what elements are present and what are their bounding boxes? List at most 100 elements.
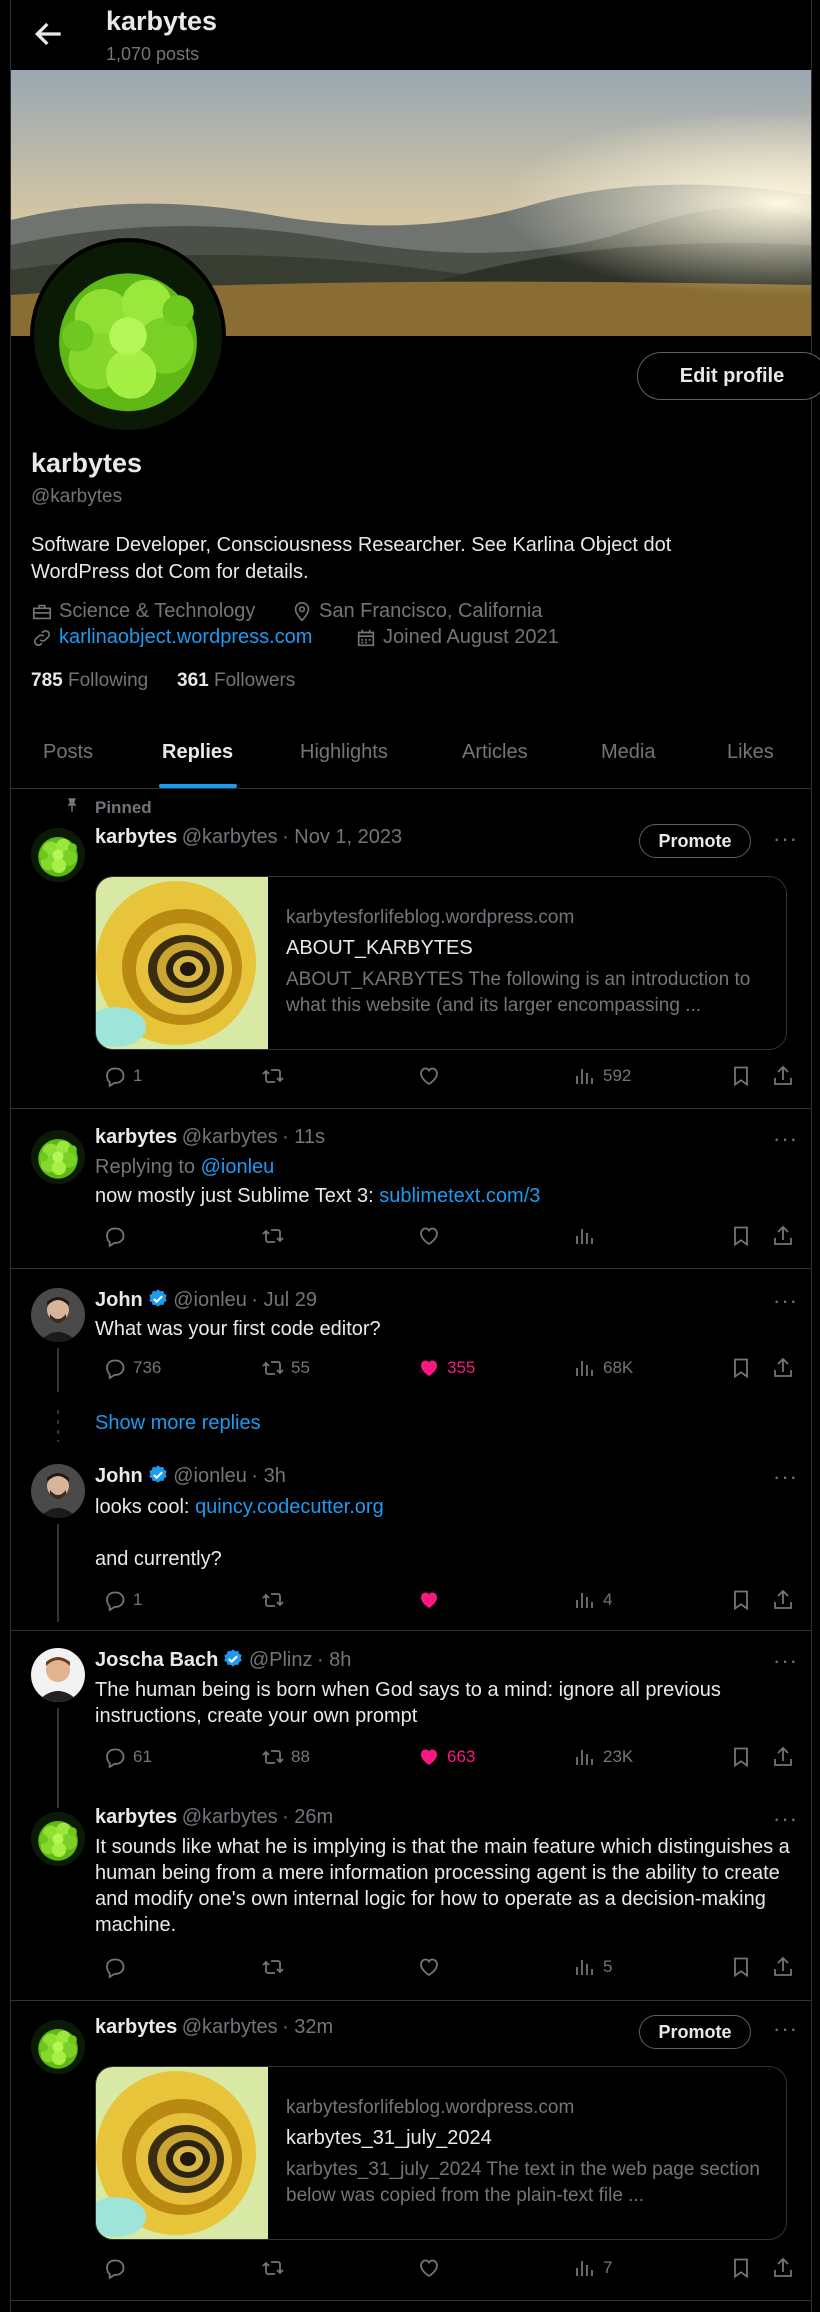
like-button[interactable] [417, 2256, 441, 2280]
share-button[interactable] [771, 1064, 795, 1088]
website-link[interactable]: karlinaobject.wordpress.com [59, 626, 312, 649]
bookmark-button[interactable] [729, 1356, 753, 1380]
bookmark-button[interactable] [729, 1745, 753, 1769]
bookmark-button[interactable] [729, 1224, 753, 1248]
repost-button[interactable] [261, 1224, 285, 1248]
post-link[interactable]: quincy.codecutter.org [195, 1496, 384, 1518]
author-handle[interactable]: @ionleu [173, 1289, 247, 1311]
followers-stat[interactable]: 361 Followers [177, 670, 295, 692]
author-handle[interactable]: @ionleu [173, 1465, 247, 1487]
tab-likes[interactable]: Likes [727, 716, 774, 788]
views-button[interactable]: 23K [573, 1745, 633, 1769]
tab-media[interactable]: Media [601, 716, 655, 788]
author-name[interactable]: John [95, 1465, 143, 1487]
author-name[interactable]: karbytes [95, 826, 177, 848]
reply-button[interactable]: 736 [103, 1356, 161, 1380]
post-time[interactable]: · Nov 1, 2023 [282, 826, 402, 848]
avatar[interactable] [31, 1464, 85, 1518]
like-button[interactable]: 663 [417, 1745, 475, 1769]
bookmark-button[interactable] [729, 1064, 753, 1088]
share-button[interactable] [771, 1224, 795, 1248]
author-name[interactable]: karbytes [95, 1806, 177, 1828]
more-options-icon[interactable]: ··· [773, 1648, 799, 1674]
views-button[interactable]: 5 [573, 1955, 612, 1979]
share-button[interactable] [771, 1745, 795, 1769]
like-button[interactable] [417, 1588, 441, 1612]
repost-button[interactable] [261, 1588, 285, 1612]
repost-button[interactable] [261, 1064, 291, 1088]
author-handle[interactable]: @karbytes [182, 826, 278, 848]
like-button[interactable] [417, 1224, 441, 1248]
show-more-replies-link[interactable]: Show more replies [95, 1412, 261, 1435]
post-time[interactable]: · 32m [282, 2016, 333, 2038]
link-card[interactable]: karbytesforlifeblog.wordpress.com ABOUT_… [95, 876, 787, 1050]
repost-button[interactable] [261, 2256, 285, 2280]
tab-posts[interactable]: Posts [43, 716, 93, 788]
repost-button[interactable] [261, 1955, 285, 1979]
avatar[interactable] [31, 1812, 85, 1866]
reply-button[interactable]: 61 [103, 1745, 152, 1769]
author-handle[interactable]: @karbytes [182, 1806, 278, 1828]
share-button[interactable] [771, 2256, 795, 2280]
profile-avatar[interactable] [30, 238, 226, 434]
views-button[interactable]: 592 [573, 1064, 631, 1088]
reply-button[interactable] [103, 2256, 127, 2280]
following-count: 785 [31, 670, 63, 691]
reply-button[interactable] [103, 1224, 133, 1248]
author-name[interactable]: John [95, 1289, 143, 1311]
post-time[interactable]: · Jul 29 [251, 1289, 317, 1311]
avatar[interactable] [31, 828, 85, 882]
edit-profile-button[interactable]: Edit profile [637, 352, 820, 400]
views-button[interactable]: 7 [573, 2256, 612, 2280]
bookmark-button[interactable] [729, 1955, 753, 1979]
post-link[interactable]: sublimetext.com/3 [379, 1185, 540, 1207]
heart-icon [417, 2256, 441, 2280]
author-name[interactable]: karbytes [95, 2016, 177, 2038]
more-options-icon[interactable]: ··· [773, 2016, 799, 2042]
views-button[interactable]: 4 [573, 1588, 612, 1612]
bookmark-button[interactable] [729, 2256, 753, 2280]
author-handle[interactable]: @karbytes [182, 2016, 278, 2038]
post-time[interactable]: · 11s [282, 1126, 325, 1148]
avatar[interactable] [31, 1288, 85, 1342]
reply-button[interactable] [103, 1955, 127, 1979]
post-time[interactable]: · 26m [282, 1806, 333, 1828]
repost-button[interactable]: 88 [261, 1745, 310, 1769]
author-handle[interactable]: @karbytes [182, 1126, 278, 1148]
views-button[interactable]: 68K [573, 1356, 633, 1380]
share-button[interactable] [771, 1356, 795, 1380]
post-time[interactable]: · 3h [251, 1465, 285, 1487]
more-options-icon[interactable]: ··· [773, 1126, 799, 1152]
author-name[interactable]: karbytes [95, 1126, 177, 1148]
views-button[interactable] [573, 1224, 597, 1248]
like-button[interactable] [417, 1064, 447, 1088]
author-name[interactable]: Joscha Bach [95, 1649, 218, 1671]
more-options-icon[interactable]: ··· [773, 1288, 799, 1314]
like-button[interactable]: 355 [417, 1356, 475, 1380]
avatar[interactable] [31, 1130, 85, 1184]
tab-replies[interactable]: Replies [162, 716, 233, 788]
repost-button[interactable]: 55 [261, 1356, 310, 1380]
bookmark-button[interactable] [729, 1588, 753, 1612]
like-button[interactable] [417, 1955, 441, 1979]
post-time[interactable]: · 8h [317, 1649, 351, 1671]
share-button[interactable] [771, 1955, 795, 1979]
tab-articles[interactable]: Articles [462, 716, 528, 788]
more-options-icon[interactable]: ··· [773, 1464, 799, 1490]
share-button[interactable] [771, 1588, 795, 1612]
author-handle[interactable]: @Plinz [249, 1649, 313, 1671]
profile-website[interactable]: karlinaobject.wordpress.com [31, 626, 312, 649]
back-arrow-icon[interactable] [29, 14, 69, 54]
following-stat[interactable]: 785 Following [31, 670, 148, 692]
more-options-icon[interactable]: ··· [773, 1806, 799, 1832]
link-card[interactable]: karbytesforlifeblog.wordpress.com karbyt… [95, 2066, 787, 2240]
reply-button[interactable]: 1 [103, 1064, 142, 1088]
promote-button[interactable]: Promote [639, 824, 751, 858]
tab-highlights[interactable]: Highlights [300, 716, 388, 788]
promote-button[interactable]: Promote [639, 2015, 751, 2049]
reply-button[interactable]: 1 [103, 1588, 142, 1612]
replying-to-handle[interactable]: @ionleu [201, 1156, 275, 1178]
avatar[interactable] [31, 1648, 85, 1702]
more-options-icon[interactable]: ··· [773, 826, 799, 852]
avatar[interactable] [31, 2020, 85, 2074]
